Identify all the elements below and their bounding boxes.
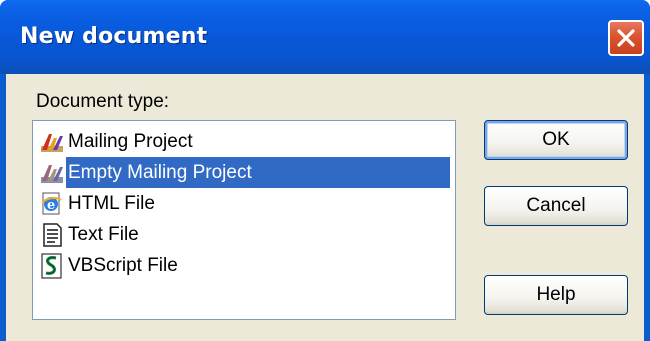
ok-button[interactable]: OK [484,120,628,160]
new-document-dialog: New document Document type: Mailing Proj… [0,0,650,341]
mailing-project-icon [38,128,66,156]
list-item-label: Text File [68,223,139,245]
document-type-list[interactable]: Mailing Project Empty Mailing Project e … [32,120,456,320]
mailing-project-icon [38,159,66,187]
list-item-label: HTML File [68,192,155,214]
title-bar[interactable]: New document [0,0,650,74]
vbscript-file-icon [38,252,66,280]
help-button[interactable]: Help [484,275,628,315]
list-item-vbscript-file[interactable]: VBScript File [38,250,450,281]
list-item-label: Mailing Project [68,130,193,152]
list-item-mailing-project[interactable]: Mailing Project [38,126,450,157]
close-button[interactable] [608,20,644,56]
document-type-label: Document type: [36,91,170,112]
window-title: New document [20,24,208,49]
cancel-button[interactable]: Cancel [484,186,628,226]
close-icon [617,29,635,47]
svg-text:e: e [47,198,55,213]
html-file-icon: e [38,190,66,218]
list-item-text-file[interactable]: Text File [38,219,450,250]
dialog-body: Document type: Mailing Project Empty Mai… [6,74,644,341]
list-item-label: Empty Mailing Project [68,161,252,183]
text-file-icon [38,221,66,249]
list-item-empty-mailing-project[interactable]: Empty Mailing Project [38,157,450,188]
list-item-label: VBScript File [68,254,178,276]
list-item-html-file[interactable]: e HTML File [38,188,450,219]
